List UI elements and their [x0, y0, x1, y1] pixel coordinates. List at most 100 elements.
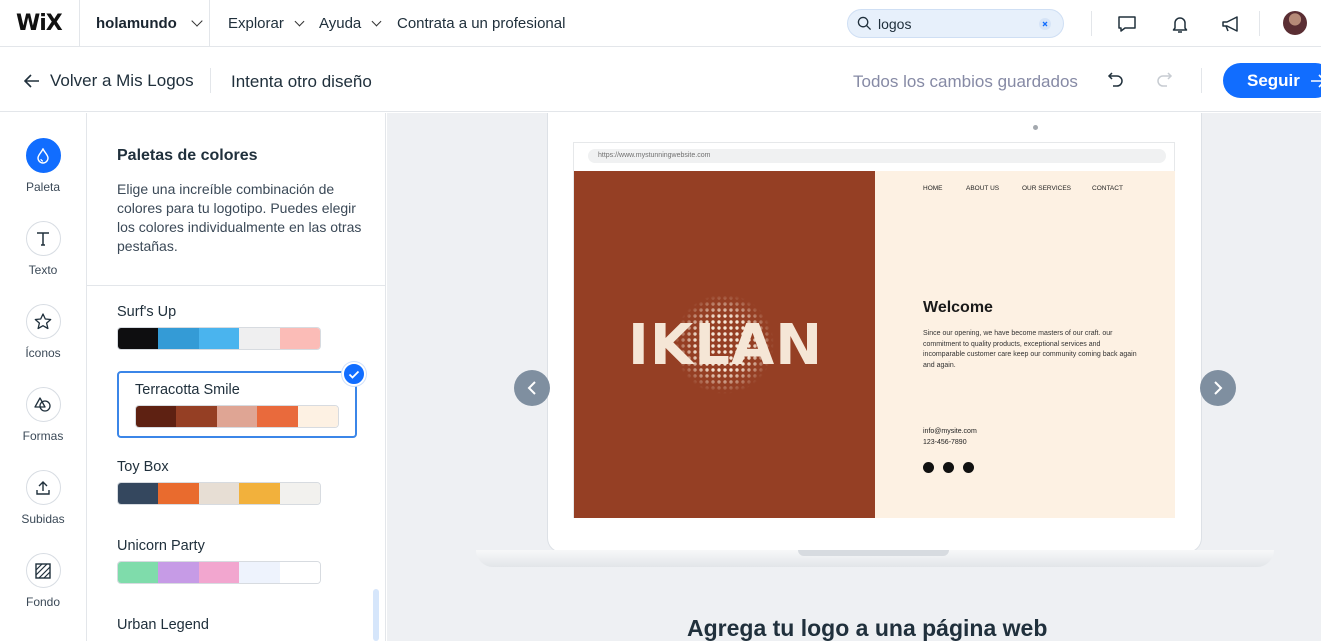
chevron-down-icon — [371, 16, 382, 27]
palette-option-toy-box[interactable]: Toy Box — [117, 459, 357, 505]
avatar[interactable] — [1283, 11, 1307, 35]
upload-icon — [25, 470, 61, 505]
swatch — [257, 406, 298, 427]
nav-explore-label: Explorar — [228, 15, 284, 32]
carousel-next-button[interactable] — [1200, 370, 1236, 406]
mock-nav-item: HOME — [923, 185, 943, 192]
back-label: Volver a Mis Logos — [50, 71, 194, 90]
palette-option-urban-legend[interactable]: Urban Legend — [117, 617, 357, 640]
rail-label: Íconos — [25, 346, 61, 360]
redo-icon[interactable] — [1155, 71, 1173, 89]
swatch — [279, 562, 320, 583]
rail-item-shapes[interactable]: Formas — [0, 387, 86, 443]
swatch — [279, 483, 320, 504]
mock-welcome-title: Welcome — [923, 299, 993, 316]
instagram-icon — [963, 462, 974, 473]
palette-swatches — [135, 405, 339, 428]
undo-icon[interactable] — [1107, 71, 1125, 89]
site-name: holamundo — [96, 15, 177, 32]
palette-option-terracotta-smile[interactable]: Terracotta Smile — [117, 371, 357, 438]
laptop-notch — [798, 550, 949, 556]
panel-description: Elige una increíble combinación de color… — [117, 181, 362, 254]
back-to-logos-link[interactable]: Volver a Mis Logos — [24, 71, 194, 91]
next-button[interactable]: Seguir — [1223, 63, 1321, 98]
swatch — [158, 562, 199, 583]
palette-swatches — [117, 482, 321, 505]
swatch — [279, 328, 320, 349]
palette-option-surfs-up[interactable]: Surf's Up — [117, 304, 357, 350]
swatch — [176, 406, 217, 427]
nav-help-label: Ayuda — [319, 15, 362, 32]
mock-nav-item: OUR SERVICES — [1022, 185, 1072, 192]
swatch — [118, 328, 159, 349]
rail-item-background[interactable]: Fondo — [0, 553, 86, 609]
chat-icon[interactable] — [1116, 13, 1138, 35]
background-icon — [25, 553, 61, 588]
swatch — [158, 328, 199, 349]
nav-help[interactable]: Ayuda — [319, 15, 382, 32]
scrollbar[interactable] — [373, 589, 379, 641]
palette-name: Toy Box — [117, 459, 169, 475]
divider — [210, 68, 211, 93]
swatch — [118, 562, 159, 583]
website-preview-area: https://www.mystunningwebsite.com IKLAN … — [387, 113, 1321, 641]
mock-site-content: HOME ABOUT US OUR SERVICES CONTACT Welco… — [875, 171, 1175, 518]
rail-item-text[interactable]: Texto — [0, 221, 86, 277]
search-box[interactable] — [847, 9, 1064, 38]
camera-dot — [1033, 125, 1038, 130]
shapes-icon — [25, 387, 61, 422]
palette-option-unicorn-party[interactable]: Unicorn Party — [117, 538, 357, 584]
clear-icon[interactable] — [1039, 18, 1051, 30]
rail-item-palette[interactable]: Paleta — [0, 138, 86, 194]
bell-icon[interactable] — [1169, 13, 1191, 35]
site-selector[interactable]: holamundo — [96, 15, 203, 32]
try-other-design-link[interactable]: Intenta otro diseño — [231, 72, 372, 92]
swatch — [239, 328, 280, 349]
swatch — [239, 483, 280, 504]
arrow-left-icon — [24, 74, 39, 88]
swatch — [198, 562, 240, 583]
text-icon — [25, 221, 61, 256]
mock-contact: info@mysite.com 123-456-7890 — [923, 427, 977, 448]
nav-explore[interactable]: Explorar — [228, 15, 305, 32]
palette-panel: Paletas de colores Elige una increíble c… — [87, 113, 386, 641]
palette-name: Urban Legend — [117, 617, 209, 633]
divider — [1091, 11, 1092, 36]
chevron-down-icon — [294, 16, 305, 27]
nav-hire-pro[interactable]: Contrata a un profesional — [397, 15, 565, 32]
wix-logo[interactable]: WiX — [16, 11, 63, 36]
rail-label: Formas — [22, 429, 64, 443]
rail-label: Subidas — [21, 512, 65, 526]
star-icon — [25, 304, 61, 339]
swatch — [297, 406, 338, 427]
arrow-right-icon — [1310, 73, 1321, 88]
carousel-prev-button[interactable] — [514, 370, 550, 406]
rail-label: Fondo — [25, 595, 61, 609]
palette-swatches — [117, 561, 321, 584]
save-status: Todos los cambios guardados — [853, 72, 1078, 91]
swatch — [239, 562, 280, 583]
swatch — [216, 406, 258, 427]
top-navbar: WiX holamundo Explorar Ayuda Contrata a … — [0, 0, 1321, 47]
mock-nav-item: ABOUT US — [966, 185, 1000, 192]
mock-site-logo-area: IKLAN — [574, 171, 875, 518]
mock-url-bar: https://www.mystunningwebsite.com — [588, 149, 1166, 163]
swatch — [136, 406, 177, 427]
swatch — [198, 328, 240, 349]
megaphone-icon[interactable] — [1220, 13, 1242, 35]
panel-title: Paletas de colores — [117, 147, 258, 164]
divider — [1259, 11, 1260, 36]
chevron-right-icon — [1214, 381, 1223, 395]
selected-check-icon — [342, 362, 366, 386]
twitter-icon — [943, 462, 954, 473]
swatch — [158, 483, 199, 504]
mock-brand-logo: IKLAN — [628, 313, 824, 378]
rail-item-icons[interactable]: Íconos — [0, 304, 86, 360]
mock-welcome-body: Since our opening, we have become master… — [923, 330, 1137, 369]
rail-item-uploads[interactable]: Subidas — [0, 470, 86, 526]
divider — [79, 0, 80, 47]
mock-browser: https://www.mystunningwebsite.com IKLAN … — [573, 142, 1175, 518]
editor-toolbar: Volver a Mis Logos Intenta otro diseño T… — [0, 48, 1321, 112]
search-input[interactable] — [878, 14, 1028, 34]
rail-label: Paleta — [25, 180, 61, 194]
